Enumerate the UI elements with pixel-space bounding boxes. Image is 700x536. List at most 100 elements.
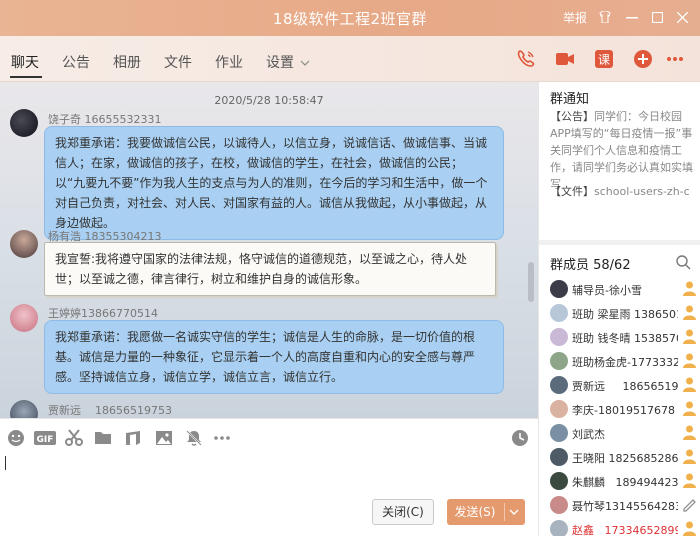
add-icon[interactable]: [633, 49, 653, 69]
message-sender: 饶子奇 16655532331: [48, 113, 162, 126]
member-name: 王晓阳 18256852861: [572, 452, 678, 465]
emoji-icon[interactable]: [7, 429, 25, 447]
avatar: [550, 448, 568, 466]
history-icon[interactable]: [511, 429, 529, 447]
avatar[interactable]: [10, 230, 38, 258]
tab-announcement[interactable]: 公告: [62, 52, 90, 72]
avatar[interactable]: [10, 400, 38, 418]
member-name: 班助 钱冬晴 15385703: [572, 332, 678, 345]
tab-settings[interactable]: 设置: [266, 52, 310, 72]
folder-icon[interactable]: [94, 429, 112, 447]
right-panel: 群通知 【公告】同学们：今日校园APP填写的“每日疫情一报”事关同学们个人信息和…: [538, 82, 700, 536]
chevron-down-icon: [300, 60, 310, 66]
member-badge-icon: [683, 353, 696, 368]
member-item[interactable]: 聂竹琴13145564283: [550, 494, 700, 516]
avatar[interactable]: [10, 109, 38, 137]
gif-icon[interactable]: GIF: [34, 429, 56, 447]
music-icon[interactable]: [124, 429, 142, 447]
member-item[interactable]: 王晓阳 18256852861: [550, 446, 700, 468]
member-name: 贾新远 18656519753: [572, 380, 678, 393]
member-item[interactable]: 朱麒麟 18949442366: [550, 470, 700, 492]
more-icon[interactable]: [665, 49, 685, 69]
class-icon[interactable]: 课: [594, 49, 614, 69]
member-item[interactable]: 辅导员-徐小雪: [550, 278, 700, 300]
group-notice-file[interactable]: 【文件】school-users-zh-c: [550, 183, 696, 199]
message-timestamp: 2020/5/28 10:58:47: [214, 94, 324, 107]
member-item[interactable]: 刘武杰: [550, 422, 700, 444]
mute-icon[interactable]: [185, 429, 203, 447]
tab-homework[interactable]: 作业: [215, 52, 243, 72]
message-sender: 王婷婷13866770514: [48, 307, 158, 320]
member-badge-icon: [683, 425, 696, 440]
member-name: 班助杨金虎-17733322: [572, 356, 678, 369]
message-sender: 贾新远 18656519753: [48, 404, 172, 417]
send-button-divider: [504, 503, 505, 521]
close-button[interactable]: 关闭(C): [372, 499, 434, 525]
avatar: [550, 424, 568, 442]
member-item[interactable]: 班助杨金虎-17733322: [550, 350, 700, 372]
skin-icon[interactable]: [598, 11, 612, 23]
member-item[interactable]: 贾新远 18656519753: [550, 374, 700, 396]
member-item[interactable]: 赵鑫 17334652899: [550, 518, 700, 536]
class-icon-label: 课: [598, 53, 610, 67]
avatar: [550, 304, 568, 322]
group-notice-title: 群通知: [550, 92, 590, 107]
member-badge-icon: [683, 449, 696, 464]
member-badge-icon: [683, 281, 696, 296]
title-bar: 18级软件工程2班官群 举报: [0, 0, 700, 36]
member-name: 朱麒麟 18949442366: [572, 476, 678, 489]
send-button[interactable]: 发送(S): [447, 499, 525, 525]
avatar: [550, 496, 568, 514]
member-name: 刘武杰: [572, 428, 605, 441]
more-dots-icon[interactable]: [213, 429, 231, 447]
minimize-icon[interactable]: [626, 17, 638, 19]
avatar: [550, 328, 568, 346]
tab-album[interactable]: 相册: [113, 52, 141, 72]
group-notice-body[interactable]: 【公告】同学们：今日校园APP填写的“每日疫情一报”事关同学们个人信息和疫情工作…: [550, 108, 696, 193]
member-item[interactable]: 班助 梁星雨 13865017: [550, 302, 700, 324]
phone-icon[interactable]: [516, 49, 536, 69]
members-title: 群成员 58/62: [550, 258, 631, 273]
close-icon[interactable]: [677, 12, 688, 23]
notice-file-tag: 【文件】: [550, 185, 594, 198]
send-options-chevron-icon[interactable]: [509, 509, 519, 516]
message-bubble[interactable]: 我郑重承诺：我愿做一名诚实守信的学生；诚信是人生的命脉，是一切价值的根基。诚信是…: [44, 320, 504, 394]
image-icon[interactable]: [155, 429, 173, 447]
input-toolbar: GIF: [0, 418, 538, 456]
tab-files[interactable]: 文件: [164, 52, 192, 72]
member-name: 聂竹琴13145564283: [572, 500, 678, 513]
edit-icon[interactable]: [681, 496, 698, 513]
member-badge-icon: [683, 401, 696, 416]
member-badge-icon: [683, 305, 696, 320]
notice-tag: 【公告】: [550, 110, 594, 123]
message-bubble[interactable]: 我宣誓:我将遵守国家的法律法规，恪守诚信的道德规范，以至诚之心，待人处世；以至诚…: [44, 242, 496, 296]
chat-panel[interactable]: 2020/5/28 10:58:47 饶子奇 16655532331 我郑重承诺…: [0, 82, 538, 418]
panel-divider: [539, 240, 700, 245]
avatar: [550, 520, 568, 536]
avatar: [550, 352, 568, 370]
notice-file-name: school-users-zh-c: [594, 185, 690, 198]
chat-scrollbar[interactable]: [528, 262, 534, 302]
text-caret: [5, 456, 6, 470]
avatar[interactable]: [10, 304, 38, 332]
send-button-label: 发送(S): [454, 505, 496, 519]
member-badge-icon: [683, 521, 696, 536]
message-bubble[interactable]: 我郑重承诺：我要做诚信公民，以诚待人，以信立身，说诚信话、做诚信事、当诚信人；在…: [44, 126, 504, 240]
member-name: 班助 梁星雨 13865017: [572, 308, 678, 321]
message-input[interactable]: 关闭(C) 发送(S): [0, 456, 538, 536]
active-tab-indicator: [10, 76, 42, 78]
video-icon[interactable]: [555, 49, 575, 69]
avatar: [550, 400, 568, 418]
search-icon[interactable]: [675, 254, 691, 270]
member-name: 辅导员-徐小雪: [572, 284, 642, 297]
member-badge-icon: [683, 473, 696, 488]
maximize-icon[interactable]: [652, 12, 663, 23]
avatar: [550, 280, 568, 298]
tab-bar: 聊天 公告 相册 文件 作业 设置 课: [0, 36, 700, 82]
report-link[interactable]: 举报: [563, 9, 587, 26]
member-badge-icon: [683, 329, 696, 344]
tab-chat[interactable]: 聊天: [11, 52, 39, 72]
member-item[interactable]: 班助 钱冬晴 15385703: [550, 326, 700, 348]
member-item[interactable]: 李庆-18019517678: [550, 398, 700, 420]
scissors-icon[interactable]: [65, 429, 83, 447]
